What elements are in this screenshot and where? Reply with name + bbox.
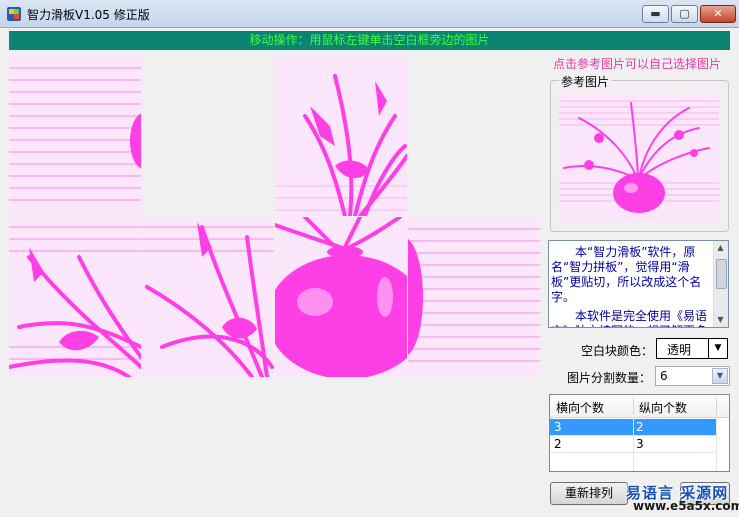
maximize-icon: ▢	[679, 7, 690, 20]
scroll-thumb[interactable]	[716, 259, 727, 289]
description-paragraph: 本“智力滑板”软件，原名“智力拼板”，觉得用“滑板”更贴切，所以改成这个名字。	[551, 245, 702, 304]
blank-color-label: 空白块颜色：	[581, 344, 654, 358]
reference-hint: 点击参考图片可以自己选择图片	[553, 57, 722, 71]
puzzle-tile[interactable]	[275, 56, 407, 216]
scroll-down-icon[interactable]: ▼	[714, 313, 727, 327]
list-header: 横向个数 纵向个数	[550, 395, 729, 418]
description-paragraph: 本软件是完全使用《易语言》独立编写的，想了解更多	[551, 309, 708, 327]
chevron-down-icon[interactable]: ▼	[712, 368, 728, 384]
blank-color-select[interactable]: 透明 ▼	[656, 338, 728, 359]
grid-size-list[interactable]: 横向个数 纵向个数 3 2 2 3	[549, 394, 730, 472]
puzzle-board	[9, 56, 540, 377]
close-button[interactable]: ✕	[700, 5, 736, 23]
chevron-down-icon[interactable]: ▼	[708, 339, 727, 358]
reference-group: 参考图片	[550, 73, 729, 232]
description-text: 本“智力滑板”软件，原名“智力拼板”，觉得用“滑板”更贴切，所以改成这个名字。 …	[551, 245, 711, 327]
description-box[interactable]: 本“智力滑板”软件，原名“智力拼板”，觉得用“滑板”更贴切，所以改成这个名字。 …	[548, 240, 729, 328]
reference-image[interactable]	[559, 93, 719, 221]
split-count-select[interactable]: 6 ▼	[655, 366, 730, 386]
reference-group-label: 参考图片	[559, 73, 612, 90]
list-cell: 2	[554, 437, 562, 451]
title-bar: 智力滑板V1.05 修正版 ▬ ▢ ✕	[0, 0, 739, 28]
app-icon	[7, 7, 21, 21]
puzzle-tile[interactable]	[9, 56, 141, 216]
list-cell: 3	[554, 420, 562, 434]
maximize-button[interactable]: ▢	[671, 5, 698, 23]
list-cell: 2	[636, 420, 644, 434]
watermark-url: www.e5a5x.com	[633, 499, 739, 513]
split-count-value: 6	[660, 369, 668, 383]
minimize-icon: ▬	[650, 7, 661, 20]
puzzle-tile[interactable]	[408, 217, 540, 377]
puzzle-tile[interactable]	[9, 217, 141, 377]
column-header-horizontal[interactable]: 横向个数	[556, 399, 604, 416]
blank-color-value: 透明	[667, 343, 692, 357]
list-cell: 3	[636, 437, 644, 451]
puzzle-tile[interactable]	[275, 217, 407, 377]
split-count-label: 图片分割数量：	[567, 371, 652, 385]
shuffle-button[interactable]: 重新排列	[550, 482, 628, 505]
instruction-bar: 移动操作：用鼠标左键单击空白框旁边的图片	[9, 31, 730, 50]
minimize-button[interactable]: ▬	[642, 5, 669, 23]
close-icon: ✕	[713, 7, 723, 20]
scroll-up-icon[interactable]: ▲	[714, 241, 727, 255]
description-scrollbar[interactable]: ▲ ▼	[713, 241, 728, 327]
window-title: 智力滑板V1.05 修正版	[27, 8, 150, 22]
column-header-vertical[interactable]: 纵向个数	[639, 399, 687, 416]
puzzle-tile[interactable]	[142, 217, 274, 377]
